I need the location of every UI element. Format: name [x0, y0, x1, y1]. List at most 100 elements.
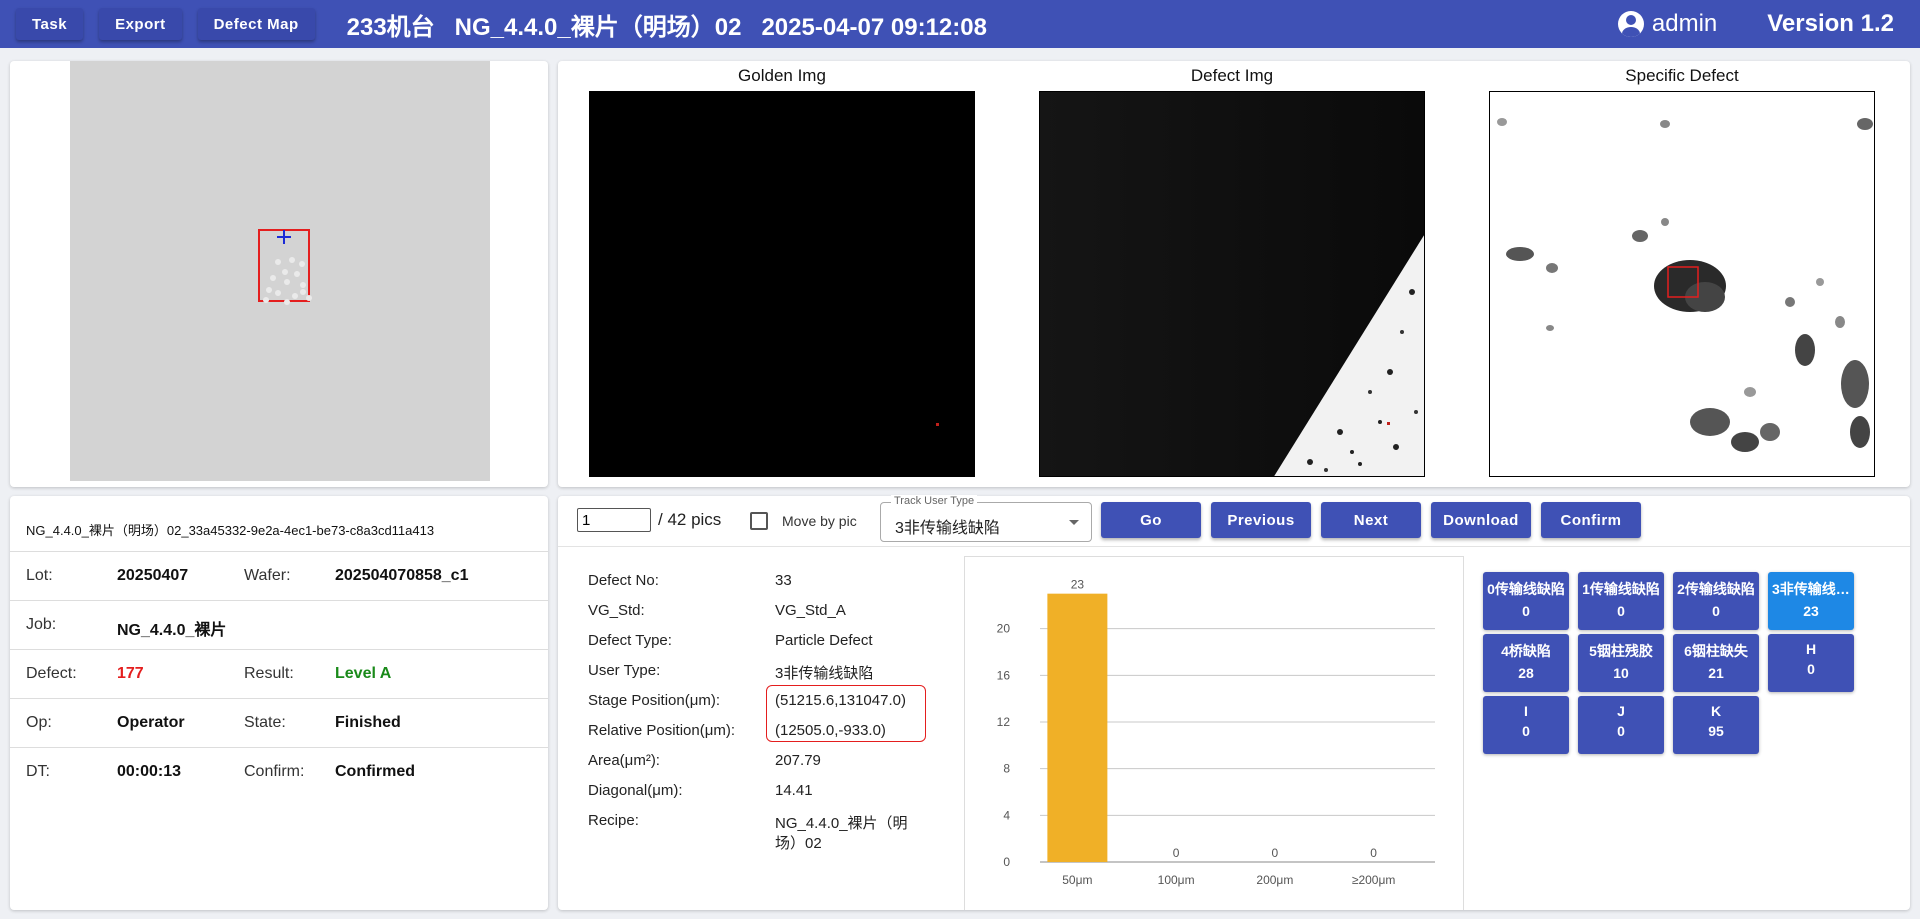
- info-row-op-state: Op: Operator State: Finished: [10, 698, 548, 747]
- page-title: 233机台 NG_4.4.0_裸片（明场）02 2025-04-07 09:12…: [346, 13, 987, 41]
- job-value: NG_4.4.0_裸片: [117, 622, 227, 639]
- specific-defect-image[interactable]: [1489, 91, 1875, 477]
- category-button[interactable]: 1传输线缺陷 0: [1578, 572, 1664, 630]
- user-name: admin: [1651, 10, 1718, 37]
- defect-image-caption: Defect Img: [1190, 66, 1274, 85]
- category-name: K: [1710, 703, 1722, 719]
- x-tick-label: 200μm: [1256, 873, 1293, 887]
- category-count: 0: [1617, 723, 1625, 739]
- defect-type-value: Particle Defect: [775, 632, 873, 649]
- category-count: 0: [1617, 603, 1625, 619]
- defect-count: 177: [117, 665, 144, 682]
- previous-button[interactable]: Previous: [1211, 502, 1311, 538]
- info-row-job: Job: NG_4.4.0_裸片: [10, 600, 548, 649]
- diagonal-value: 14.41: [775, 782, 813, 799]
- op-label: Op:: [26, 714, 52, 731]
- export-button[interactable]: Export: [99, 8, 182, 40]
- confirm-label: Confirm:: [244, 763, 305, 780]
- user-menu[interactable]: admin: [1617, 10, 1718, 38]
- top-app-bar: Task Export Defect Map 233机台 NG_4.4.0_裸片…: [0, 0, 1920, 48]
- defect-label: Defect:: [26, 665, 77, 682]
- category-button[interactable]: 6铟柱缺失 21: [1673, 634, 1759, 692]
- result-label: Result:: [244, 665, 294, 682]
- defect-detail-panel: / 42 pics Move by pic Track User Type 3非…: [558, 495, 1910, 910]
- go-button[interactable]: Go: [1101, 502, 1201, 538]
- category-name: J: [1617, 703, 1625, 719]
- current-position-crosshair-icon: [277, 230, 291, 244]
- y-tick-label: 20: [997, 622, 1011, 636]
- dropdown-caret-icon: [1069, 520, 1079, 525]
- detail-label: Diagonal(μm):: [588, 782, 683, 799]
- data-label: 0: [1272, 846, 1279, 860]
- golden-image-caption: Golden Img: [738, 66, 826, 85]
- page-number-input[interactable]: [577, 508, 651, 532]
- user-type-value: 3非传输线缺陷: [775, 665, 874, 682]
- category-button[interactable]: 3非传输线缺陷 23: [1768, 572, 1854, 630]
- category-name: 4桥缺陷: [1501, 643, 1551, 659]
- result-value: Level A: [335, 665, 392, 682]
- state-value: Finished: [335, 714, 401, 731]
- category-count: 95: [1708, 723, 1724, 739]
- app-version: Version 1.2: [1767, 10, 1894, 37]
- next-button[interactable]: Next: [1321, 502, 1421, 538]
- category-button[interactable]: K 95: [1673, 696, 1759, 754]
- info-row-dt-confirm: DT: 00:00:13 Confirm: Confirmed: [10, 747, 548, 796]
- category-count: 0: [1522, 603, 1530, 619]
- x-tick-label: 100μm: [1158, 873, 1195, 887]
- defect-image[interactable]: [1039, 91, 1425, 477]
- defect-dot: [289, 257, 295, 263]
- data-label: 0: [1173, 846, 1180, 860]
- defect-map-button[interactable]: Defect Map: [197, 8, 315, 40]
- y-tick-label: 12: [997, 715, 1011, 729]
- dt-label: DT:: [26, 763, 50, 780]
- recipe-value: NG_4.4.0_裸片（明: [775, 815, 908, 832]
- defect-info-panel: NG_4.4.0_裸片（明场）02_33a45332-9e2a-4ec1-be7…: [10, 496, 548, 910]
- category-button[interactable]: 5铟柱残胶 10: [1578, 634, 1664, 692]
- defect-id: NG_4.4.0_裸片（明场）02_33a45332-9e2a-4ec1-be7…: [26, 523, 435, 538]
- category-button[interactable]: H0: [1768, 634, 1854, 692]
- category-name: H: [1805, 641, 1817, 657]
- category-name: 1传输线缺陷: [1582, 581, 1660, 597]
- detail-label: Area(μm²):: [588, 752, 660, 769]
- detail-label: Defect No:: [588, 572, 659, 589]
- category-count: 0: [1522, 723, 1530, 739]
- defect-size-chart-panel: 0 4 8 12 16 20 23 50μm 0 100μm 0 200μm 0 ≥200μm: [964, 556, 1464, 910]
- category-count: 21: [1708, 665, 1724, 681]
- category-name: I: [1524, 703, 1528, 719]
- specific-defect-caption: Specific Defect: [1625, 66, 1739, 85]
- defect-dot: [300, 289, 306, 295]
- x-tick-label: ≥200μm: [1352, 873, 1396, 887]
- category-button[interactable]: 4桥缺陷 28: [1483, 634, 1569, 692]
- detail-label: VG_Std:: [588, 602, 645, 619]
- confirm-value: Confirmed: [335, 763, 415, 780]
- move-by-pic-label: Move by pic: [782, 513, 857, 529]
- golden-image[interactable]: [589, 91, 975, 477]
- category-count: 10: [1613, 665, 1629, 681]
- defect-dot: [282, 269, 288, 275]
- detail-label: Defect Type:: [588, 632, 672, 649]
- category-button[interactable]: 2传输线缺陷 0: [1673, 572, 1759, 630]
- divider: [558, 546, 1910, 547]
- data-label: 23: [1071, 578, 1085, 592]
- download-button[interactable]: Download: [1431, 502, 1531, 538]
- category-name: 5铟柱残胶: [1589, 643, 1653, 659]
- defect-image-graphic: [1040, 92, 1424, 476]
- defect-size-bar-chart: 0 4 8 12 16 20 23 50μm 0 100μm 0 200μm 0 ≥200μm: [997, 578, 1435, 887]
- category-button[interactable]: I0: [1483, 696, 1569, 754]
- category-count: 28: [1518, 665, 1534, 681]
- category-button[interactable]: 0传输线缺陷 0: [1483, 572, 1569, 630]
- confirm-button[interactable]: Confirm: [1541, 502, 1641, 538]
- dt-value: 00:00:13: [117, 763, 182, 780]
- track-user-type-select[interactable]: Track User Type 3非传输线缺陷: [880, 495, 1092, 542]
- defect-marker: [1387, 422, 1390, 425]
- defect-dot: [306, 295, 312, 301]
- defect-dot: [270, 275, 276, 281]
- defect-dot: [275, 290, 281, 296]
- job-label: Job:: [26, 616, 57, 633]
- move-by-pic-checkbox[interactable]: [750, 512, 768, 530]
- category-button[interactable]: J0: [1578, 696, 1664, 754]
- y-tick-label: 0: [1003, 855, 1010, 869]
- wafer-map[interactable]: [70, 61, 490, 481]
- task-button[interactable]: Task: [16, 8, 84, 40]
- category-name: 2传输线缺陷: [1677, 581, 1755, 597]
